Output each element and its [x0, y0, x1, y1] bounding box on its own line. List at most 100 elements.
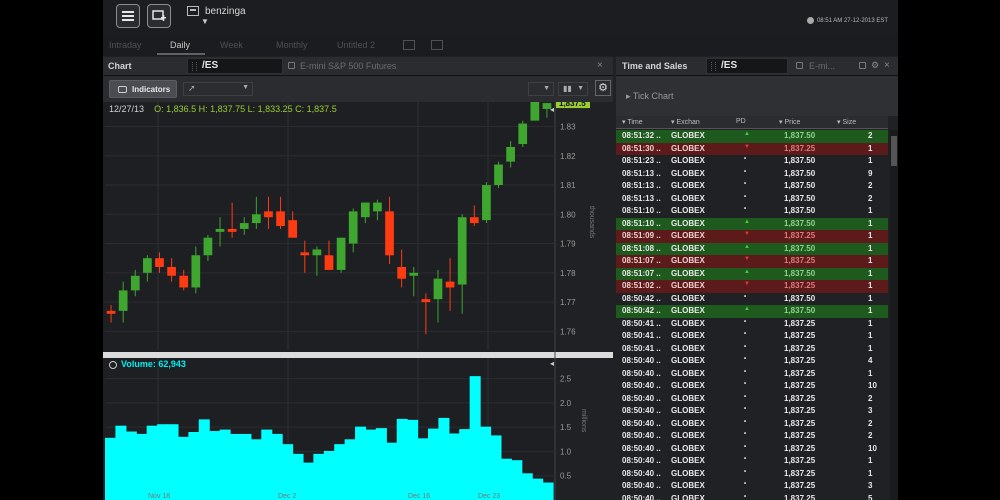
size-cell: 2: [868, 418, 873, 428]
y-tick-label: 1.78: [560, 269, 576, 278]
export-icon[interactable]: [859, 62, 866, 69]
dot-icon: •: [744, 181, 747, 187]
size-cell: 1: [868, 293, 873, 303]
chart-symbol-input[interactable]: /ES: [187, 58, 283, 74]
candle: [373, 202, 382, 212]
drag-grip-icon[interactable]: [192, 62, 197, 71]
table-row[interactable]: 08:50:40 .. GLOBEX • 1,837.25 1: [616, 455, 888, 468]
up-arrow-icon: ▲: [744, 131, 750, 137]
table-row[interactable]: 08:51:10 .. GLOBEX ▲ 1,837.50 1: [616, 217, 888, 230]
exchange-cell: GLOBEX: [671, 268, 705, 278]
workspace-caret-icon[interactable]: ▼: [201, 17, 209, 26]
table-row[interactable]: 08:51:02 .. GLOBEX ▼ 1,837.25 1: [616, 280, 888, 293]
layout-print-icon[interactable]: [431, 40, 443, 50]
table-row[interactable]: 08:50:40 .. GLOBEX • 1,837.25 10: [616, 380, 888, 393]
dot-icon: •: [744, 343, 747, 350]
exchange-cell: GLOBEX: [671, 393, 705, 403]
table-row[interactable]: 08:50:40 .. GLOBEX • 1,837.25 4: [616, 355, 888, 368]
size-cell: 2: [868, 431, 873, 440]
time-cell: 08:50:41 ..: [622, 331, 661, 340]
tab-untitled-2[interactable]: Untitled 2: [337, 40, 375, 50]
lock-icon[interactable]: [796, 62, 803, 69]
tab-monthly[interactable]: Monthly: [276, 40, 308, 50]
volume-axis-title: millions: [580, 409, 587, 433]
close-icon[interactable]: ×: [597, 60, 603, 71]
ts-scroll-thumb[interactable]: [891, 136, 897, 166]
candle: [482, 185, 491, 221]
menu-icon[interactable]: [116, 4, 140, 28]
table-row[interactable]: 08:50:42 .. GLOBEX ▲ 1,837.50 1: [616, 305, 888, 318]
volume-bar: [125, 431, 137, 500]
table-row[interactable]: 08:50:40 .. GLOBEX • 1,837.25 1: [616, 468, 888, 481]
tab-intraday[interactable]: Intraday: [109, 40, 142, 50]
col-pd[interactable]: PD: [736, 118, 746, 125]
table-row[interactable]: 08:50:40 .. GLOBEX • 1,837.25 3: [616, 405, 888, 418]
table-row[interactable]: 08:51:13 .. GLOBEX • 1,837.50 2: [616, 180, 888, 193]
tick-chart-button[interactable]: ▸ Tick Chart: [616, 76, 898, 116]
price-cell: 1,837.25: [784, 231, 816, 240]
size-cell: 1: [868, 318, 873, 328]
exchange-cell: GLOBEX: [671, 293, 705, 303]
x-tick-label: Dec 2: [278, 493, 296, 500]
lock-icon[interactable]: [288, 62, 295, 69]
indicators-button[interactable]: Indicators: [109, 80, 177, 98]
table-row[interactable]: 08:51:23 .. GLOBEX • 1,837.50 1: [616, 155, 888, 168]
table-row[interactable]: 08:51:07 .. GLOBEX ▼ 1,837.25 1: [616, 255, 888, 268]
price-cell: 1,837.25: [784, 456, 816, 465]
price-cell: 1,837.50: [784, 218, 816, 228]
table-row[interactable]: 08:50:42 .. GLOBEX • 1,837.50 1: [616, 293, 888, 306]
settings-icon[interactable]: ⚙: [871, 60, 879, 71]
table-row[interactable]: 08:50:40 .. GLOBEX • 1,837.25 2: [616, 430, 888, 443]
table-row[interactable]: 08:51:09 .. GLOBEX ▼ 1,837.25 1: [616, 230, 888, 243]
ts-symbol-input[interactable]: /ES: [706, 58, 788, 74]
workspace-name[interactable]: benzinga: [205, 6, 246, 17]
price-volume-chart[interactable]: 1.76 1.77 1.78 1.79 1.80 1.81 1.82 1.83 1,837.5 ◂…: [103, 102, 613, 500]
size-cell: 1: [868, 468, 873, 478]
chart-option-select[interactable]: ▼: [528, 82, 554, 96]
candle: [433, 278, 443, 300]
tab-daily[interactable]: Daily: [170, 40, 190, 50]
table-row[interactable]: 08:51:32 .. GLOBEX ▲ 1,837.50 2: [616, 130, 888, 143]
ts-scrollbar[interactable]: [890, 130, 898, 500]
chart-type-select[interactable]: ▮▮ ▼: [558, 82, 588, 96]
table-row[interactable]: 08:50:40 .. GLOBEX • 1,837.25 2: [616, 393, 888, 406]
col-time[interactable]: ▾ Time: [622, 118, 643, 126]
exchange-cell: GLOBEX: [671, 256, 705, 265]
table-row[interactable]: 08:50:41 .. GLOBEX • 1,837.25 1: [616, 330, 888, 343]
table-row[interactable]: 08:50:40 .. GLOBEX • 1,837.25 10: [616, 443, 888, 456]
col-price[interactable]: ▾ Price: [779, 118, 800, 126]
workspace-icon[interactable]: [187, 6, 199, 16]
volume-bar: [334, 444, 346, 500]
volume-settings-icon[interactable]: [109, 360, 117, 369]
tab-week[interactable]: Week: [220, 40, 243, 50]
layout-grid-icon[interactable]: [403, 40, 415, 50]
table-row[interactable]: 08:50:41 .. GLOBEX • 1,837.25 1: [616, 318, 888, 331]
exchange-cell: GLOBEX: [671, 181, 705, 190]
volume-bar: [448, 433, 460, 500]
size-cell: 1: [868, 256, 873, 265]
volume-bar: [219, 429, 231, 500]
exchange-cell: GLOBEX: [671, 193, 705, 203]
table-row[interactable]: 08:51:30 .. GLOBEX ▼ 1,837.25 1: [616, 142, 888, 155]
table-row[interactable]: 08:50:41 .. GLOBEX • 1,837.25 1: [616, 343, 888, 356]
table-row[interactable]: 08:51:08 .. GLOBEX ▲ 1,837.50 1: [616, 242, 888, 255]
table-row[interactable]: 08:50:40 .. GLOBEX • 1,837.25 3: [616, 480, 888, 493]
chart-settings-icon[interactable]: ⚙: [595, 80, 611, 96]
col-size[interactable]: ▾ Size: [837, 118, 856, 126]
price-cell: 1,837.25: [784, 493, 816, 500]
close-icon[interactable]: ×: [884, 60, 890, 71]
new-window-icon[interactable]: [147, 4, 171, 28]
table-row[interactable]: 08:51:13 .. GLOBEX • 1,837.50 2: [616, 193, 888, 206]
volume-bar: [542, 482, 554, 500]
table-row[interactable]: 08:50:40 .. GLOBEX • 1,837.25 2: [616, 418, 888, 431]
cursor-tool-select[interactable]: ➚ ▼: [183, 82, 253, 96]
drag-grip-icon[interactable]: [711, 62, 716, 71]
table-row[interactable]: 08:50:40 .. GLOBEX • 1,837.25 5: [616, 493, 888, 500]
time-cell: 08:50:40 ..: [622, 406, 661, 415]
col-exchange[interactable]: ▾ Exchan: [671, 118, 700, 126]
table-row[interactable]: 08:51:10 .. GLOBEX • 1,837.50 1: [616, 205, 888, 218]
time-cell: 08:50:42 ..: [622, 293, 661, 303]
table-row[interactable]: 08:51:13 .. GLOBEX • 1,837.50 9: [616, 168, 888, 181]
table-row[interactable]: 08:50:40 .. GLOBEX • 1,837.25 1: [616, 368, 888, 381]
table-row[interactable]: 08:51:07 .. GLOBEX ▲ 1,837.50 1: [616, 267, 888, 280]
